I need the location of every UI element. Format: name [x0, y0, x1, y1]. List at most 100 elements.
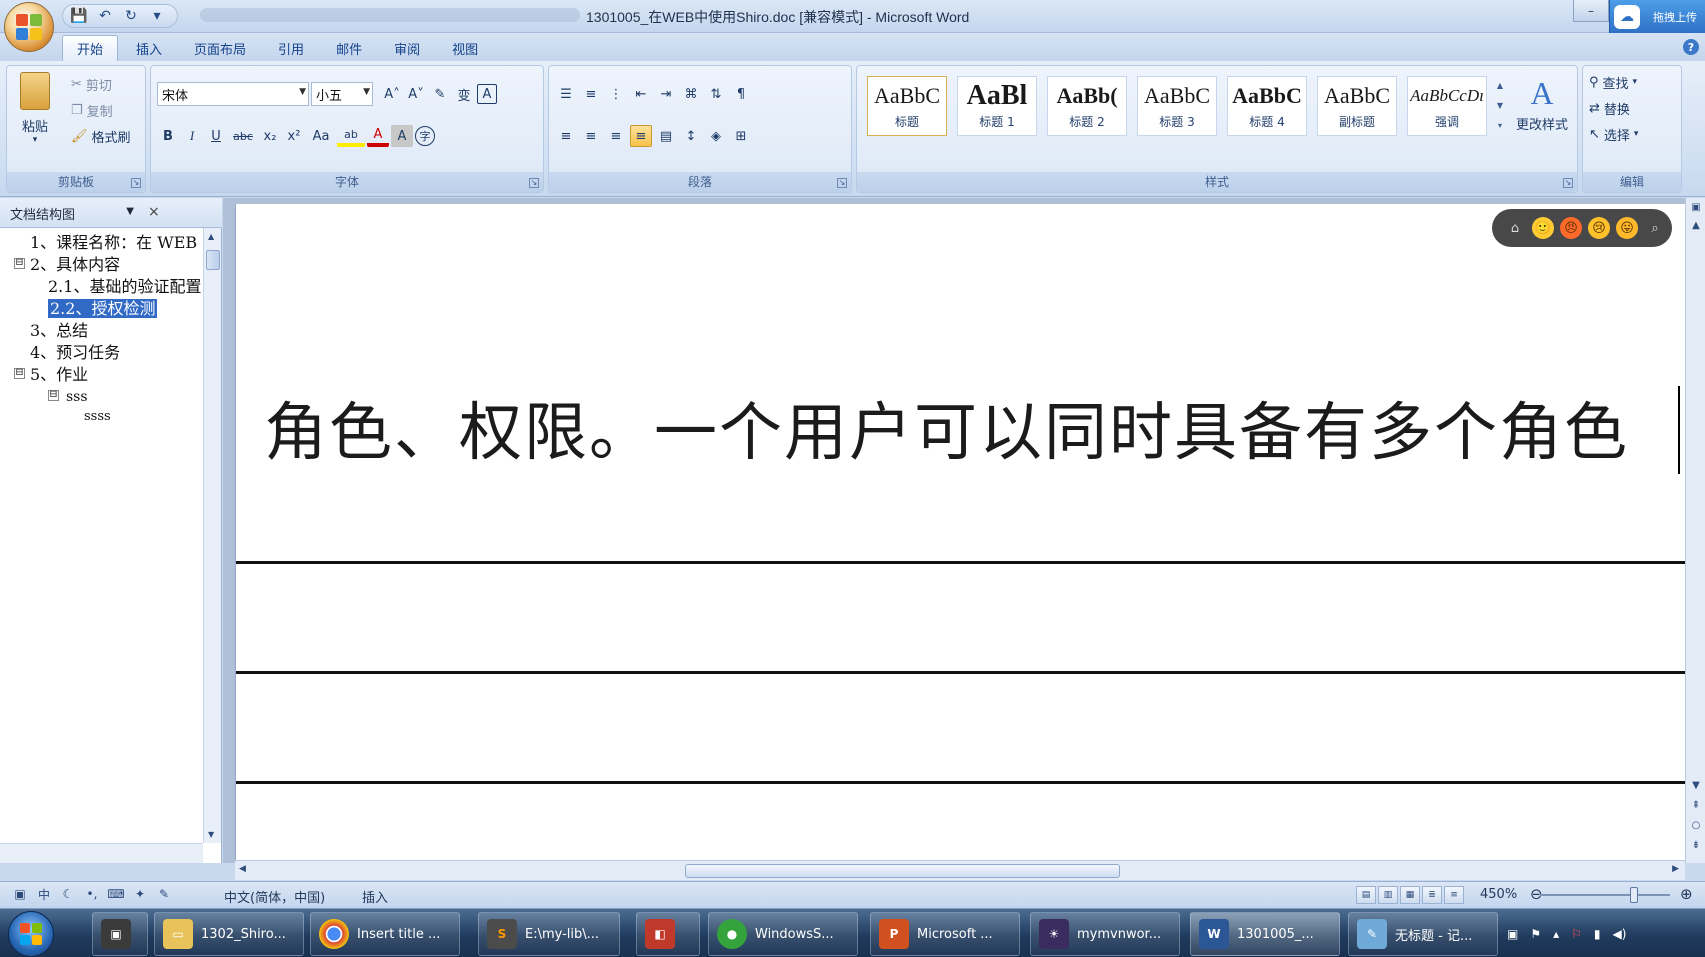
angry-emoji-icon[interactable]: 😠	[1560, 217, 1582, 239]
highlight-button[interactable]: ab	[337, 125, 365, 147]
tab-insert[interactable]: 插入	[122, 35, 176, 61]
ime-tool-icon[interactable]: ✎	[156, 886, 172, 902]
zoom-slider[interactable]	[1540, 894, 1670, 896]
tree-item[interactable]: 4、预习任务	[30, 342, 120, 364]
clear-format-button[interactable]: ✎	[429, 83, 451, 105]
bold-button[interactable]: B	[157, 125, 179, 147]
chinese-layout-icon[interactable]: ⌘	[680, 83, 702, 105]
tab-references[interactable]: 引用	[264, 35, 318, 61]
ime-moon-icon[interactable]: ☾	[60, 886, 76, 902]
font-color-button[interactable]: A	[367, 125, 389, 147]
font-name-combo[interactable]: 宋体 ▼	[157, 82, 309, 106]
shading-icon[interactable]: ◈	[705, 125, 727, 147]
style-tile-title[interactable]: AaBbC 标题	[867, 76, 947, 136]
tab-view[interactable]: 视图	[438, 35, 492, 61]
tree-item[interactable]: 5、作业	[30, 364, 88, 386]
taskbar-item-chrome[interactable]: Insert title ...	[310, 912, 460, 956]
ime-mode-icon[interactable]: ▣	[12, 886, 28, 902]
tree-item[interactable]: 2.1、基础的验证配置	[48, 276, 201, 298]
style-tile-subtitle[interactable]: AaBbC 副标题	[1317, 76, 1397, 136]
taskbar-item-notepad[interactable]: ✎ 无标题 - 记...	[1348, 912, 1498, 956]
document-horizontal-scrollbar[interactable]: ◀ ▶	[235, 860, 1685, 880]
paragraph-launcher[interactable]: ↘	[837, 178, 847, 188]
zoom-in-icon[interactable]: ⊕	[1680, 885, 1693, 903]
font-launcher[interactable]: ↘	[529, 178, 539, 188]
tree-item[interactable]: 3、总结	[30, 320, 88, 342]
distributed-icon[interactable]: ▤	[655, 125, 677, 147]
customize-qat-icon[interactable]: ▾	[147, 6, 167, 26]
taskbar-item-folder[interactable]: ▭ 1302_Shiro...	[154, 912, 304, 956]
phonetic-guide-button[interactable]: 变	[453, 83, 475, 105]
multilevel-list-icon[interactable]: ⋮	[605, 83, 627, 105]
home-icon[interactable]: ⌂	[1504, 217, 1526, 239]
tab-home[interactable]: 开始	[62, 35, 119, 61]
cloud-upload-button[interactable]: ☁ 拖拽上传	[1609, 0, 1705, 34]
numbering-icon[interactable]: ≡	[580, 83, 602, 105]
start-button[interactable]	[8, 911, 54, 957]
enclose-characters-button[interactable]: 字	[415, 126, 435, 146]
outline-view-icon[interactable]: ≣	[1422, 886, 1442, 904]
superscript-button[interactable]: x²	[283, 125, 305, 147]
volume-icon[interactable]: ◀)	[1613, 927, 1627, 941]
borders-icon[interactable]: ⊞	[730, 125, 752, 147]
ruler-toggle-icon[interactable]: ▣	[1689, 202, 1703, 213]
taskbar-item-eclipse[interactable]: ☀ mymvnwor...	[1030, 912, 1180, 956]
select-button[interactable]: ↖ 选择 ▾	[1589, 122, 1638, 146]
smile-emoji-icon[interactable]: 🙂	[1532, 217, 1554, 239]
document-page[interactable]: 角色、权限。一个用户可以同时具备有多个角色	[235, 204, 1685, 860]
redo-icon[interactable]: ↻	[121, 6, 141, 26]
document-vertical-scrollbar[interactable]: ▣ ▲ ▼ ⇞ ○ ⇟	[1685, 198, 1705, 863]
close-icon[interactable]: ×	[148, 204, 160, 220]
tray-action-icon[interactable]: ⚑	[1530, 927, 1541, 941]
align-center-icon[interactable]: ≡	[580, 125, 602, 147]
web-layout-view-icon[interactable]: ▦	[1400, 886, 1420, 904]
style-tile-heading1[interactable]: AaBl 标题 1	[957, 76, 1037, 136]
tree-item[interactable]: 1、课程名称：在 WEB	[30, 232, 197, 254]
nav-pane-view-combo[interactable]: 文档结构图 ▼	[6, 203, 138, 223]
strikethrough-button[interactable]: abc	[229, 125, 257, 147]
taskbar-item-word[interactable]: W 1301005_...	[1190, 912, 1340, 956]
ime-punct-icon[interactable]: •,	[84, 886, 100, 902]
taskbar-item-windows-s[interactable]: ● WindowsS...	[708, 912, 858, 956]
zoom-level[interactable]: 450%	[1480, 887, 1517, 902]
grow-font-button[interactable]: A˄	[381, 83, 403, 105]
subscript-button[interactable]: x₂	[259, 125, 281, 147]
sad-emoji-icon[interactable]: 😢	[1588, 217, 1610, 239]
justify-icon[interactable]: ≡	[630, 125, 652, 147]
ime-chinese-icon[interactable]: 中	[36, 886, 52, 902]
style-tile-heading2[interactable]: AaBb( 标题 2	[1047, 76, 1127, 136]
show-marks-icon[interactable]: ¶	[730, 83, 752, 105]
collapse-toggle-icon[interactable]: ⊟	[14, 258, 25, 269]
increase-indent-icon[interactable]: ⇥	[655, 83, 677, 105]
character-border-button[interactable]: A	[477, 84, 497, 104]
tab-page-layout[interactable]: 页面布局	[180, 35, 260, 61]
minimize-button[interactable]: –	[1573, 0, 1609, 22]
taskbar-item-powerpoint[interactable]: P Microsoft ...	[870, 912, 1020, 956]
paste-button[interactable]: 粘贴 ▾	[15, 70, 55, 148]
nav-pane-horizontal-scrollbar[interactable]	[0, 843, 203, 863]
style-tile-heading3[interactable]: AaBbC 标题 3	[1137, 76, 1217, 136]
decrease-indent-icon[interactable]: ⇤	[630, 83, 652, 105]
office-button[interactable]	[4, 2, 54, 52]
tree-item-selected[interactable]: 2.2、授权检测	[48, 298, 158, 320]
ime-keyboard-icon[interactable]: ⌨	[107, 886, 124, 902]
clipboard-launcher[interactable]: ↘	[131, 178, 141, 188]
format-painter-button[interactable]: 🖌 格式刷	[71, 124, 131, 148]
italic-button[interactable]: I	[181, 125, 203, 147]
tongue-emoji-icon[interactable]: 😛	[1616, 217, 1638, 239]
tray-expand-icon[interactable]: ▴	[1553, 927, 1559, 941]
undo-icon[interactable]: ↶	[95, 6, 115, 26]
tab-review[interactable]: 审阅	[380, 35, 434, 61]
find-button[interactable]: ⚲ 查找 ▾	[1589, 70, 1637, 94]
taskbar-item-sublime[interactable]: S E:\my-lib\...	[478, 912, 620, 956]
align-left-icon[interactable]: ≡	[555, 125, 577, 147]
zoom-slider-thumb[interactable]	[1629, 887, 1638, 903]
document-text[interactable]: 角色、权限。一个用户可以同时具备有多个角色	[264, 382, 1629, 473]
tree-item[interactable]: 2、具体内容	[30, 254, 120, 276]
shrink-font-button[interactable]: A˅	[405, 83, 427, 105]
scroll-up-icon[interactable]: ▲	[1689, 220, 1703, 231]
collapse-toggle-icon[interactable]: ⊟	[48, 390, 59, 401]
tree-item[interactable]: ssss	[84, 406, 111, 428]
styles-launcher[interactable]: ↘	[1563, 178, 1573, 188]
tree-item[interactable]: sss	[66, 386, 88, 408]
